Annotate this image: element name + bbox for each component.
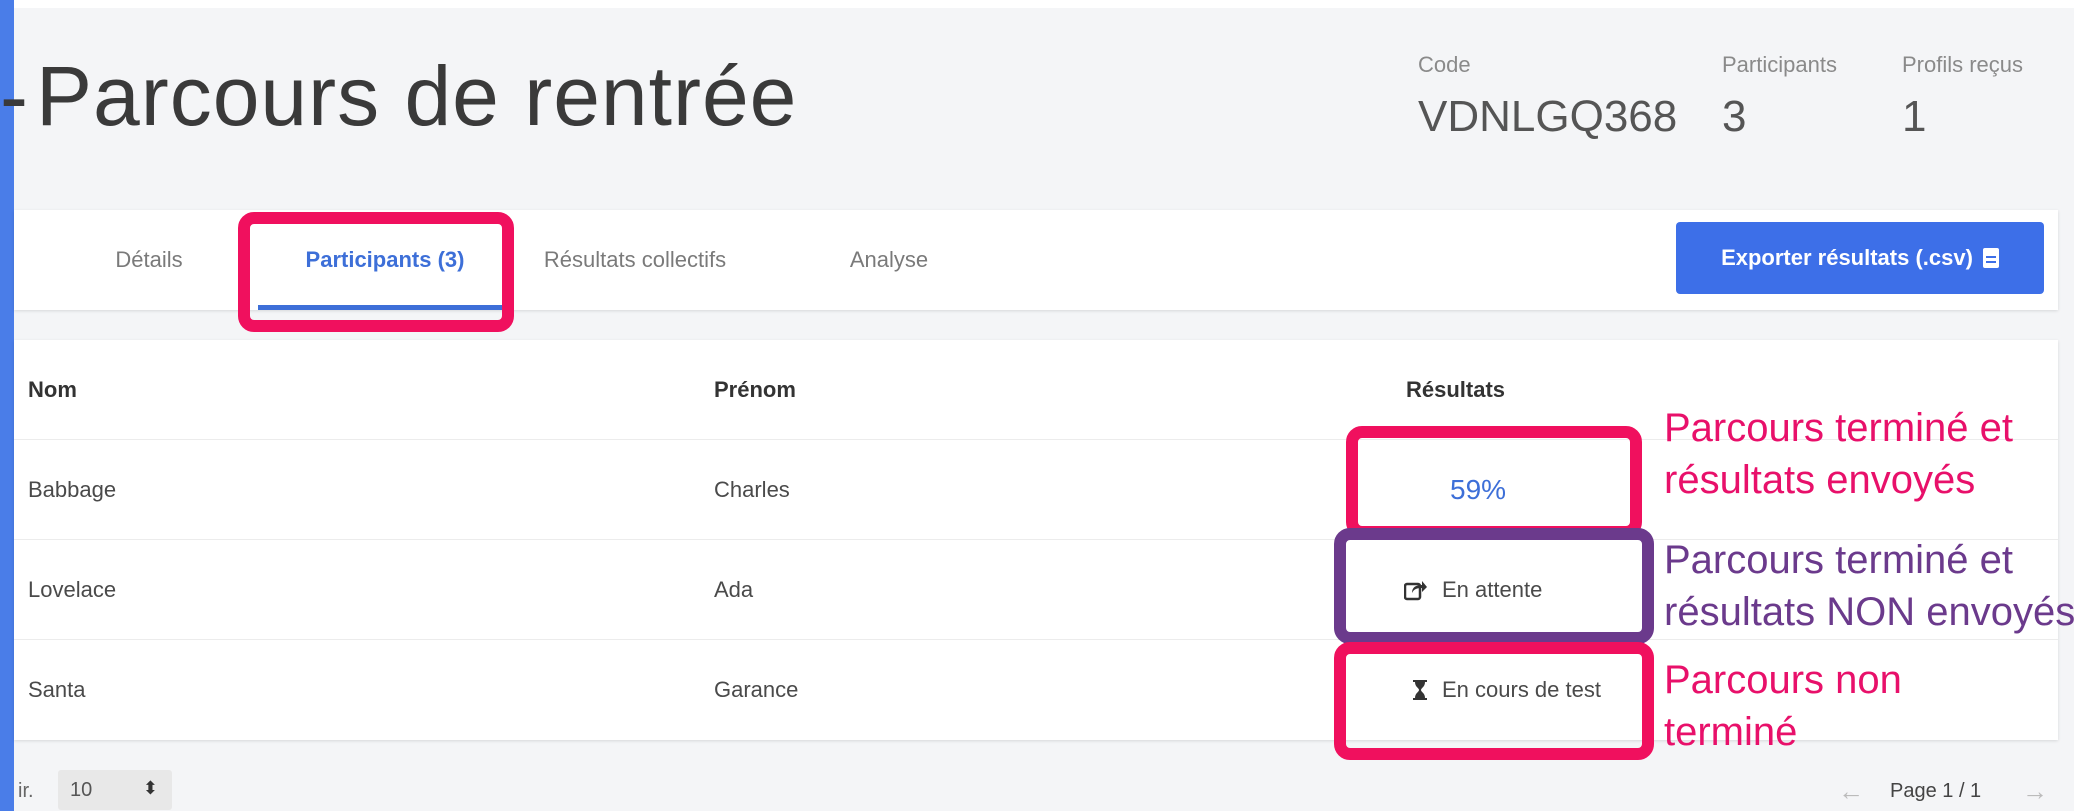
highlight-participants-tab <box>238 212 514 332</box>
arrow-left-icon[interactable]: ← <box>1838 776 1864 807</box>
stat-code: Code VDNLGQ368 <box>1418 52 1677 142</box>
annotation-not-sent: Parcours terminé et résultats NON envoyé… <box>1664 534 2074 638</box>
stat-profils-value: 1 <box>1902 92 1927 141</box>
stat-code-label: Code <box>1418 52 1471 77</box>
top-strip <box>14 0 2074 8</box>
page-title-text: Parcours de rentrée <box>36 49 798 143</box>
annotation-not-sent-line1: Parcours terminé et <box>1664 538 2014 582</box>
arrow-right-icon[interactable]: → <box>2022 776 2048 807</box>
highlight-in-progress <box>1334 642 1654 760</box>
export-results-label: Exporter résultats (.csv) <box>1721 245 1973 270</box>
cell-prenom: Garance <box>714 677 799 702</box>
column-header-prenom[interactable]: Prénom <box>714 340 796 440</box>
stat-participants: Participants 3 <box>1722 52 1837 142</box>
rows-per-page-select[interactable]: 10 ⬍ <box>58 770 172 810</box>
stat-profils: Profils reçus 1 <box>1902 52 2023 142</box>
annotation-sent-line2: résultats envoyés <box>1664 458 1976 502</box>
annotation-not-finished-line1: Parcours non <box>1664 658 1902 702</box>
annotation-sent-line1: Parcours terminé et <box>1664 406 2014 450</box>
stat-code-value: VDNLGQ368 <box>1418 92 1678 141</box>
tab-resultats-collectifs[interactable]: Résultats collectifs <box>530 210 740 310</box>
cell-nom: Lovelace <box>28 577 117 602</box>
annotation-sent: Parcours terminé et résultats envoyés <box>1664 402 2013 506</box>
tab-details[interactable]: Détails <box>84 210 214 310</box>
annotation-not-finished-line2: terminé <box>1664 710 1798 754</box>
column-header-nom[interactable]: Nom <box>28 340 77 440</box>
stat-profils-label: Profils reçus <box>1902 52 2024 77</box>
stat-participants-value: 3 <box>1722 92 1747 141</box>
stat-participants-label: Participants <box>1722 52 1837 77</box>
export-results-button[interactable]: Exporter résultats (.csv) <box>1676 222 2044 294</box>
cell-nom: Santa <box>28 677 86 702</box>
highlight-score <box>1346 426 1642 538</box>
sort-caret-icon: ⬍ <box>142 778 158 798</box>
cell-nom: Babbage <box>28 477 117 502</box>
highlight-pending <box>1334 528 1654 644</box>
tab-analyse[interactable]: Analyse <box>834 210 944 310</box>
annotation-not-finished: Parcours non terminé <box>1664 654 1902 758</box>
annotation-not-sent-line2: résultats NON envoyés <box>1664 590 2074 634</box>
rows-per-page-label: ir. <box>18 780 34 802</box>
file-icon <box>1982 248 1999 268</box>
column-header-resultats[interactable]: Résultats <box>1406 340 1505 440</box>
page-title: -Parcours de rentrée <box>0 49 798 143</box>
cell-prenom: Charles <box>714 477 790 502</box>
cell-prenom: Ada <box>714 577 754 602</box>
rows-per-page-value: 10 <box>70 778 93 801</box>
pagination-label: Page 1 / 1 <box>1890 780 1982 802</box>
